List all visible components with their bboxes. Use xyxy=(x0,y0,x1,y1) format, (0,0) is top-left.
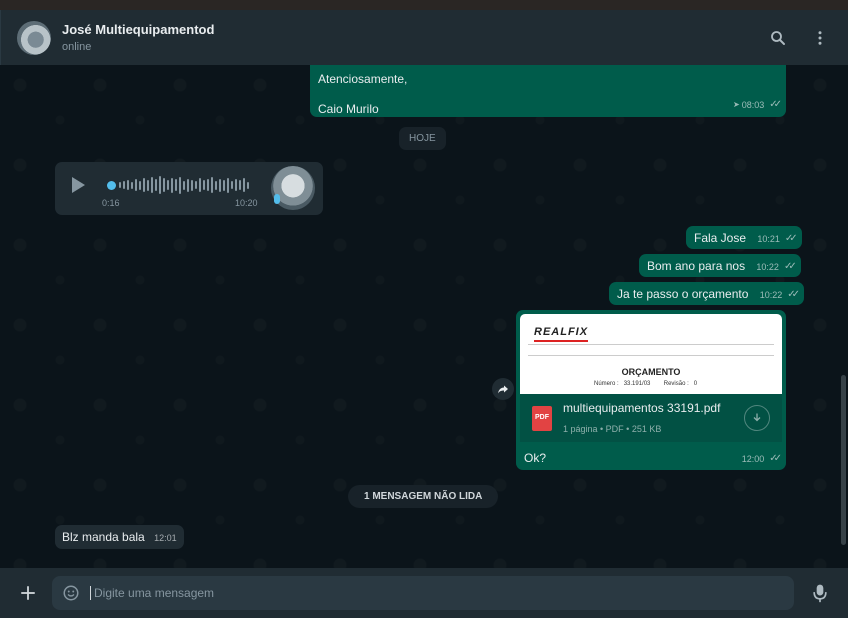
message-meta: 12:01 xyxy=(154,530,177,546)
chat-scrollbar[interactable] xyxy=(841,375,846,545)
double-check-icon: ✓✓ xyxy=(769,99,782,110)
download-icon[interactable] xyxy=(744,405,770,431)
message-meta: 12:00 ✓✓ xyxy=(741,451,782,467)
double-check-icon: ✓✓ xyxy=(787,289,800,300)
contact-status: online xyxy=(62,41,92,53)
document-caption: Ok? xyxy=(524,451,547,465)
message-meta: 10:22 ✓✓ xyxy=(759,287,800,303)
contact-avatar[interactable] xyxy=(17,20,51,55)
message-meta: ➤ 08:03 ✓✓ xyxy=(733,97,782,113)
message-time: 10:21 xyxy=(757,234,780,244)
date-divider: HOJE xyxy=(399,127,446,150)
message-time: 12:01 xyxy=(154,533,177,543)
composer xyxy=(0,568,848,618)
message-time: 08:03 xyxy=(741,100,765,110)
message-input-box[interactable] xyxy=(52,576,794,610)
message-meta: 10:22 ✓✓ xyxy=(756,259,797,275)
unread-divider: 1 MENSAGEM NÃO LIDA xyxy=(348,485,499,508)
voice-elapsed: 0:16 xyxy=(102,198,120,208)
preview-numero: Número : 33.191/03 Revisão : 0 xyxy=(594,381,698,387)
search-icon[interactable] xyxy=(766,26,790,50)
double-check-icon: ✓✓ xyxy=(769,453,782,464)
message-outgoing[interactable]: Ja te passo o orçamento 10:22 ✓✓ xyxy=(609,282,805,305)
message-meta: 10:21 ✓✓ xyxy=(757,231,798,247)
message-time: 10:22 xyxy=(759,290,783,300)
message-input[interactable] xyxy=(90,586,784,600)
document-file-row[interactable]: PDF multiequipamentos 33191.pdf 1 página… xyxy=(520,394,782,442)
forward-button[interactable] xyxy=(492,378,514,400)
window-top-strip xyxy=(0,0,848,10)
play-icon[interactable] xyxy=(72,177,85,193)
preview-lines xyxy=(528,344,774,356)
pdf-file-icon: PDF xyxy=(532,405,552,431)
contact-info[interactable]: José Multiequipamentod online xyxy=(62,22,748,53)
microphone-icon xyxy=(274,194,280,204)
double-check-icon: ✓✓ xyxy=(784,233,798,244)
message-text: Blz manda bala xyxy=(62,530,145,544)
contact-name: José Multiequipamentod xyxy=(62,22,215,37)
menu-kebab-icon[interactable] xyxy=(808,26,832,50)
message-text: Bom ano para nos xyxy=(647,259,746,273)
document-preview[interactable]: REALFIX ORÇAMENTO Número : 33.191/03 Rev… xyxy=(520,314,782,394)
message-signature[interactable]: Atenciosamente, Caio Murilo ➤ 08:03 ✓✓ xyxy=(310,65,786,117)
message-text: Ja te passo o orçamento xyxy=(617,287,749,301)
waveform-scrubber[interactable] xyxy=(107,180,116,190)
document-info: 1 página • PDF • 251 KB xyxy=(563,423,662,434)
message-incoming[interactable]: Blz manda bala 12:01 xyxy=(55,525,184,549)
document-filename: multiequipamentos 33191.pdf xyxy=(563,400,721,415)
message-time: 10:20 xyxy=(235,198,258,208)
message-outgoing[interactable]: Bom ano para nos 10:22 ✓✓ xyxy=(639,254,801,277)
signature-line1: Atenciosamente, xyxy=(318,72,408,86)
sticker-emoji-icon[interactable] xyxy=(62,584,80,602)
voice-waveform[interactable] xyxy=(107,174,255,196)
signature-line2: Caio Murilo xyxy=(318,102,379,116)
message-outgoing[interactable]: Fala Jose 10:21 ✓✓ xyxy=(686,226,802,249)
message-text: Fala Jose xyxy=(694,231,747,245)
chat-header: José Multiequipamentod online xyxy=(0,10,848,65)
message-document[interactable]: REALFIX ORÇAMENTO Número : 33.191/03 Rev… xyxy=(516,310,786,470)
share-arrow-icon xyxy=(498,385,508,394)
message-time: 10:22 xyxy=(756,262,779,272)
double-check-icon: ✓✓ xyxy=(783,261,797,272)
microphone-icon[interactable] xyxy=(808,581,832,605)
preview-brand: REALFIX xyxy=(534,324,589,342)
message-voice[interactable]: 0:16 10:20 xyxy=(55,162,323,215)
forward-icon: ➤ xyxy=(733,100,740,109)
attach-plus-icon[interactable] xyxy=(16,581,40,605)
chat-area[interactable]: Atenciosamente, Caio Murilo ➤ 08:03 ✓✓ H… xyxy=(0,65,848,568)
message-time: 12:00 xyxy=(741,454,765,464)
